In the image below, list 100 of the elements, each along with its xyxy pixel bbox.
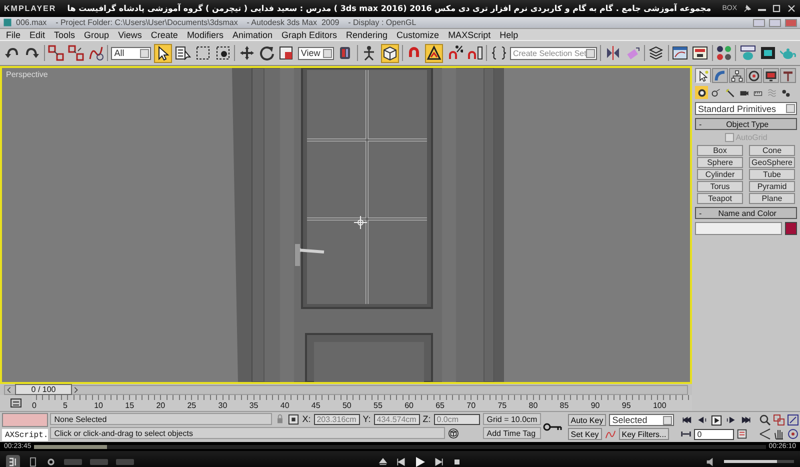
primitive-button[interactable]: Cone bbox=[749, 145, 795, 156]
time-slider-thumb[interactable]: 0 / 100 bbox=[15, 384, 72, 395]
cube-icon bbox=[448, 428, 460, 438]
color-swatch[interactable] bbox=[785, 222, 797, 235]
key-mode-dropdown[interactable]: Selected bbox=[609, 414, 674, 426]
frame-number: 95 bbox=[622, 401, 632, 411]
menu-item[interactable]: Customize bbox=[396, 30, 440, 40]
layers-icon bbox=[648, 45, 664, 61]
primitive-button[interactable]: Plane bbox=[749, 193, 795, 204]
category-button[interactable] bbox=[709, 86, 722, 99]
time-slider-track[interactable]: 0 / 100 bbox=[4, 384, 688, 394]
menu-item[interactable]: Tools bbox=[54, 30, 76, 40]
script-input-field[interactable]: AXScript. bbox=[2, 429, 48, 441]
toolbar-button[interactable] bbox=[648, 44, 665, 62]
bent-tube-icon bbox=[714, 70, 726, 82]
toolbar-button[interactable] bbox=[380, 44, 399, 62]
key-icon[interactable] bbox=[542, 422, 563, 432]
next-frame-icon bbox=[726, 415, 738, 425]
menu-item[interactable]: Animation bbox=[232, 30, 272, 40]
seek-bar[interactable] bbox=[34, 444, 766, 448]
primitive-button[interactable]: Torus bbox=[697, 181, 743, 192]
schematic-window-icon bbox=[692, 45, 708, 61]
primitive-button[interactable]: Box bbox=[697, 145, 743, 156]
reference-coordinate-dropdown[interactable]: View bbox=[298, 46, 334, 60]
time-config-icon bbox=[737, 429, 748, 439]
menu-item[interactable]: Create bbox=[150, 30, 178, 40]
frame-number: 40 bbox=[280, 401, 290, 411]
toolbar-button[interactable] bbox=[425, 44, 444, 62]
selection-filter-dropdown[interactable]: All bbox=[111, 46, 151, 60]
menu-item[interactable]: Modifiers bbox=[186, 30, 224, 40]
toolbar-button[interactable] bbox=[258, 44, 276, 62]
close-button[interactable] bbox=[785, 18, 797, 26]
primitive-button[interactable]: Teapot bbox=[697, 193, 743, 204]
volume-slider[interactable] bbox=[724, 460, 794, 463]
auto-key-button[interactable]: Auto Key bbox=[568, 414, 606, 426]
toolbar-button[interactable] bbox=[238, 44, 256, 62]
frame-number: 25 bbox=[187, 401, 198, 411]
panel-tab[interactable] bbox=[695, 68, 711, 83]
panel-tab[interactable] bbox=[763, 68, 779, 83]
toolbar-button[interactable] bbox=[466, 44, 484, 62]
category-button[interactable] bbox=[695, 86, 708, 99]
stop-icon bbox=[452, 456, 462, 466]
key-filters-button[interactable]: Key Filters... bbox=[618, 428, 669, 440]
frame-window-icon bbox=[760, 45, 776, 61]
time-ruler[interactable]: 0 5 10 15 20 25 30 35 40 45 50 55 60 65 70 75 80 85 90 95 100 bbox=[32, 395, 692, 411]
spline-icon bbox=[710, 88, 720, 98]
toolbar-button[interactable] bbox=[739, 44, 756, 62]
toolbar-button[interactable] bbox=[278, 44, 295, 62]
toolbar-button[interactable] bbox=[194, 44, 212, 62]
app-icon bbox=[3, 18, 12, 27]
primitive-button[interactable]: GeoSphere bbox=[749, 157, 795, 168]
frame-number: 0 bbox=[32, 401, 38, 411]
toolbar-button[interactable] bbox=[154, 44, 172, 62]
category-dropdown[interactable]: Standard Primitives bbox=[695, 102, 797, 115]
wheel-icon bbox=[748, 70, 760, 82]
menu-item[interactable]: Group bbox=[84, 30, 110, 40]
crosshair-cursor-icon bbox=[354, 216, 367, 229]
frame-number: 90 bbox=[590, 401, 601, 411]
key-curve-icon bbox=[604, 428, 616, 440]
selection-set-dropdown[interactable]: Create Selection Set bbox=[510, 46, 598, 60]
menu-item[interactable]: Views bbox=[118, 30, 142, 40]
toolbar-button[interactable] bbox=[214, 44, 232, 62]
squiggle-icon bbox=[88, 45, 104, 61]
script-output-field[interactable] bbox=[2, 413, 48, 427]
chain-link-icon bbox=[48, 45, 64, 61]
toolbar-button[interactable] bbox=[174, 44, 192, 62]
primitive-button[interactable]: Cylinder bbox=[697, 169, 743, 180]
panel-tab[interactable] bbox=[746, 68, 762, 83]
rollout-header[interactable]: - Object Type bbox=[695, 118, 797, 130]
play-icon bbox=[711, 414, 722, 426]
primitive-button[interactable]: Pyramid bbox=[749, 181, 795, 192]
current-frame-field[interactable]: 0 bbox=[694, 428, 734, 440]
frame-number: 60 bbox=[404, 401, 414, 411]
toolbar-button[interactable] bbox=[672, 44, 689, 62]
menu-item[interactable]: Edit bbox=[30, 30, 46, 40]
toolbar-button[interactable] bbox=[692, 44, 709, 62]
menu-item[interactable]: File bbox=[6, 30, 21, 40]
maximize-icon bbox=[772, 4, 781, 13]
braces-icon bbox=[490, 45, 507, 61]
frame-number: 55 bbox=[374, 401, 384, 411]
menu-item[interactable]: Graph Editors bbox=[281, 30, 338, 40]
rollout-header[interactable]: - Name and Color bbox=[695, 207, 797, 219]
name-field[interactable] bbox=[695, 222, 782, 235]
primitive-button[interactable]: Tube bbox=[749, 169, 795, 180]
dashed-rectangle-icon bbox=[195, 45, 212, 61]
menu-item[interactable]: Rendering bbox=[346, 30, 388, 40]
set-key-button[interactable]: Set Key bbox=[568, 428, 602, 440]
panel-tab[interactable] bbox=[729, 68, 745, 83]
category-button[interactable] bbox=[723, 86, 736, 99]
frame-number: 30 bbox=[218, 401, 228, 411]
menu-item[interactable]: Help bbox=[500, 30, 518, 40]
spinner-magnet-icon bbox=[466, 45, 483, 61]
add-time-tag-field[interactable]: Add Time Tag bbox=[482, 427, 541, 439]
close-icon bbox=[787, 4, 796, 13]
hammer-icon bbox=[782, 70, 794, 82]
menu-item[interactable]: MAXScript bbox=[448, 30, 491, 40]
toolbar-button[interactable] bbox=[716, 44, 732, 62]
app-logo: KMPLAYER bbox=[4, 4, 56, 13]
toolbar-button[interactable] bbox=[490, 44, 507, 62]
primitive-button[interactable]: Sphere bbox=[697, 157, 743, 168]
